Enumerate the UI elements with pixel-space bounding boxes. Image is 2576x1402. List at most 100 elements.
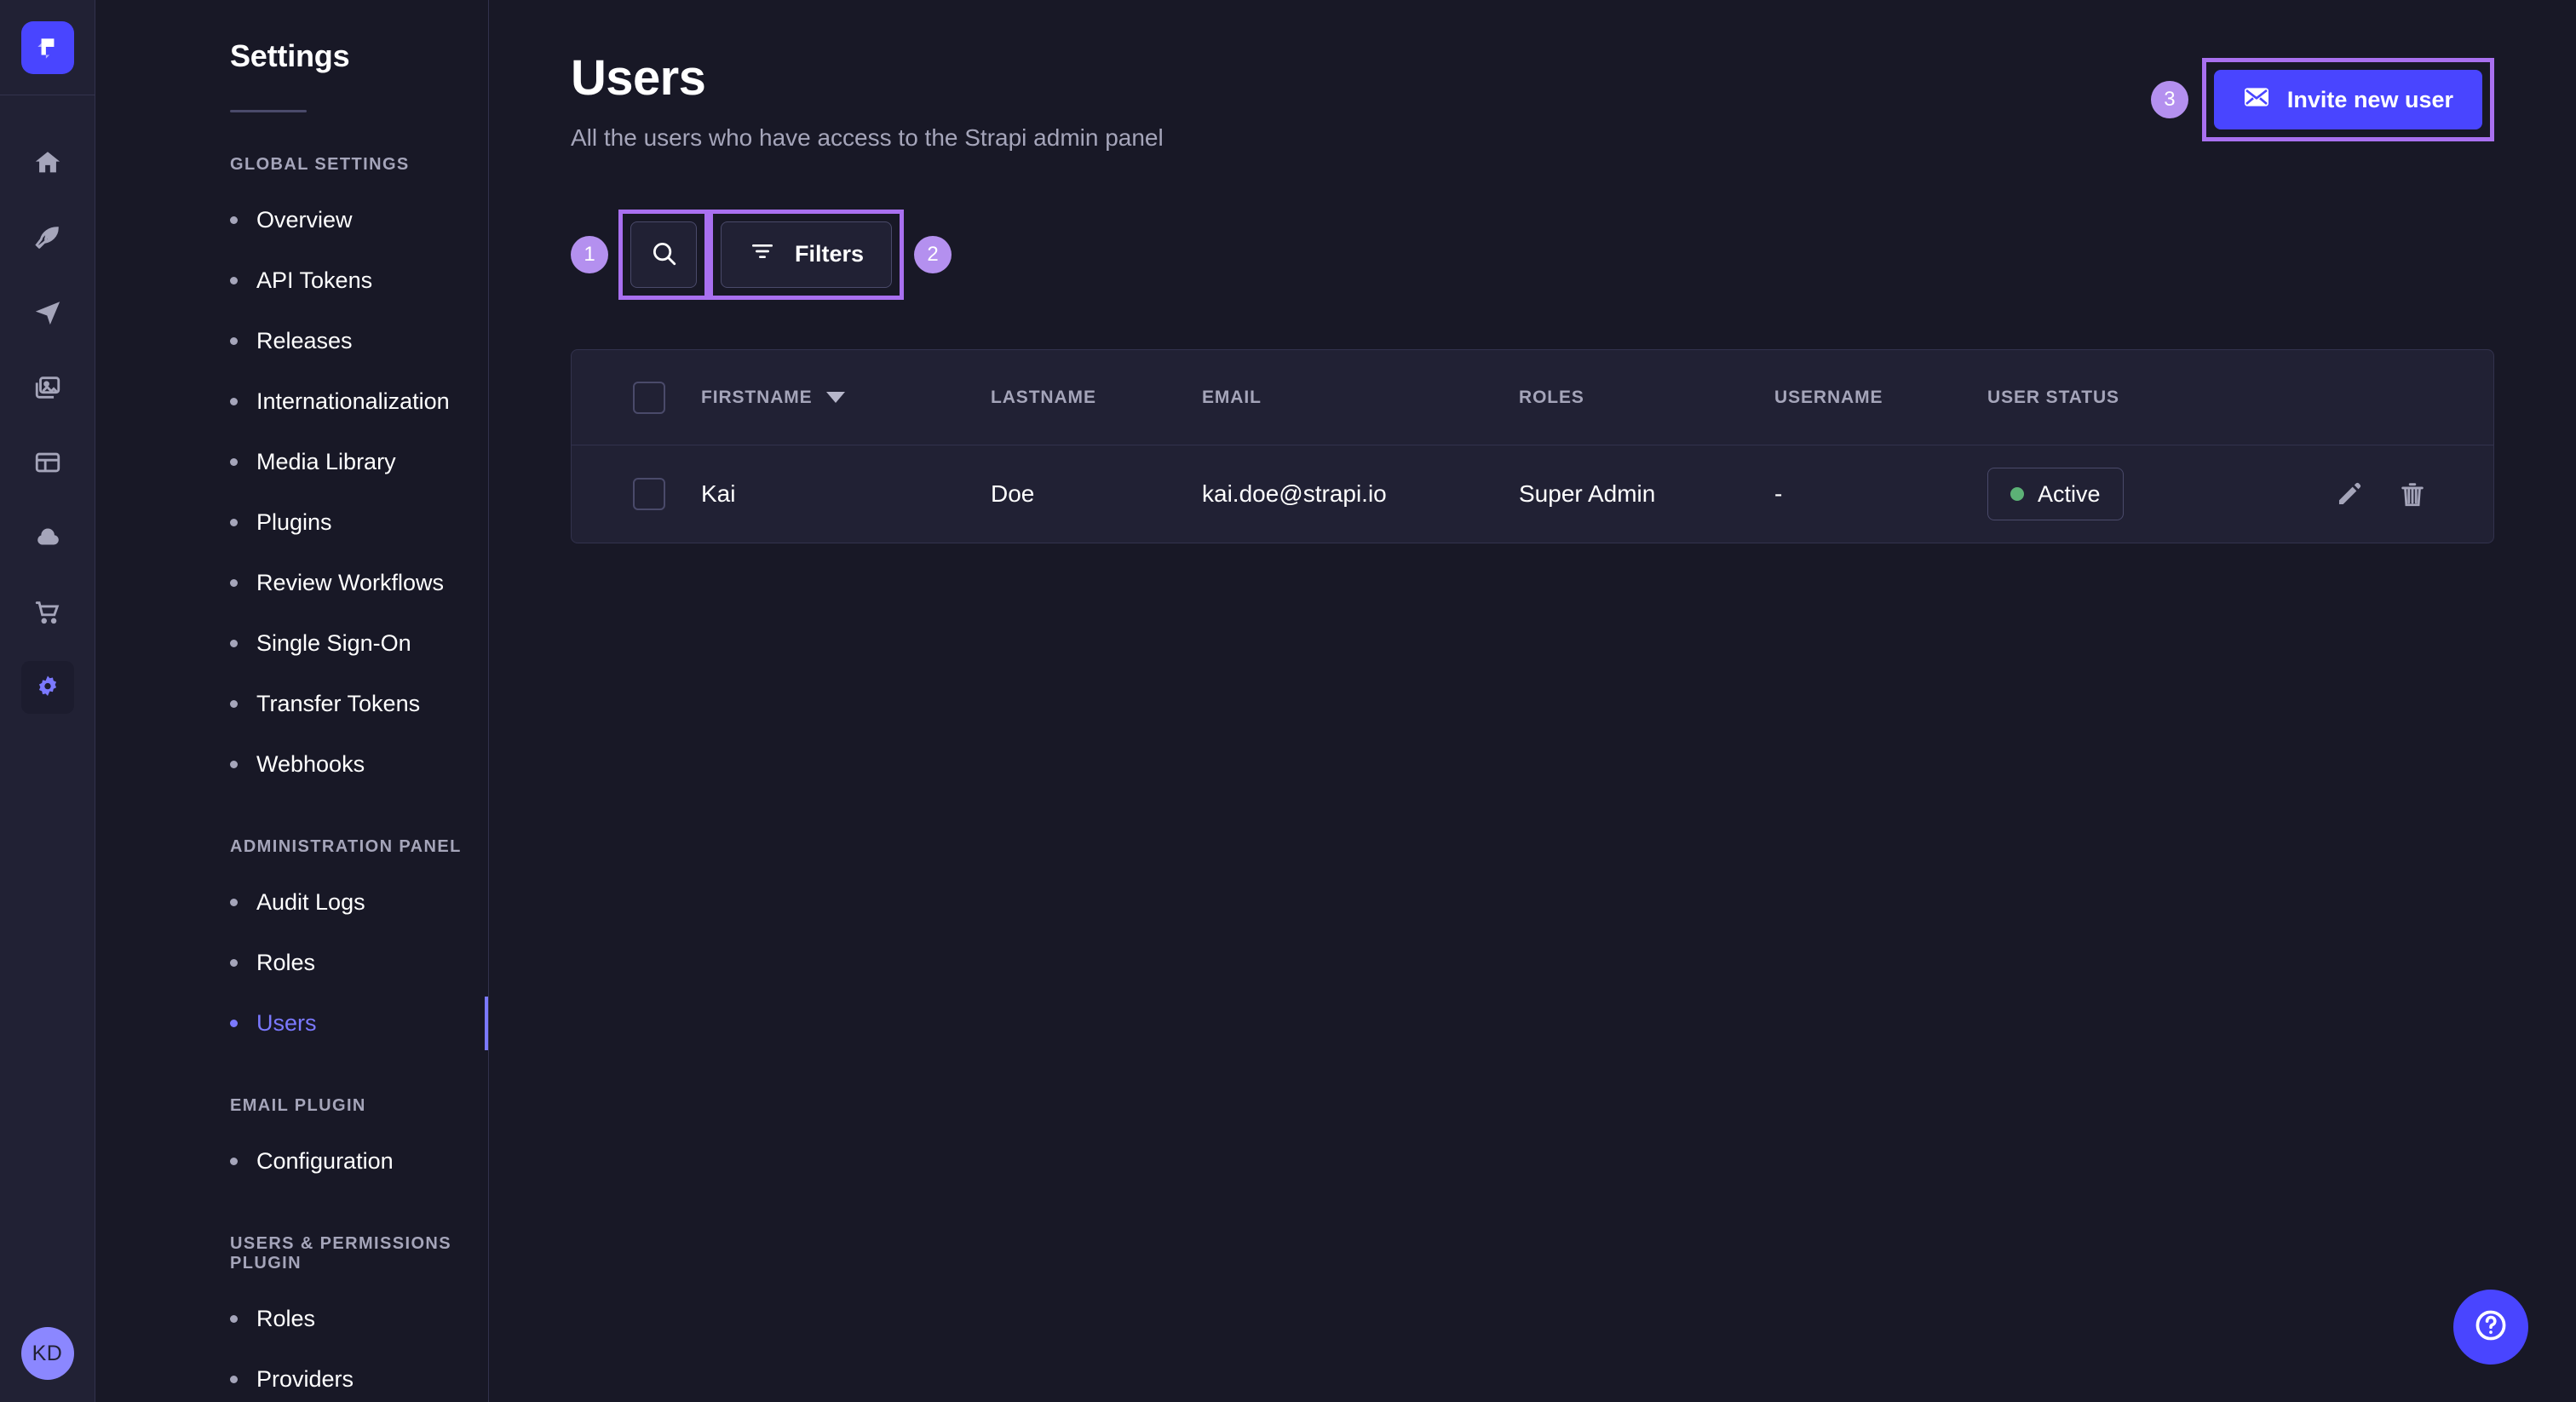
sidebar-item-single-sign-on[interactable]: Single Sign-On: [95, 613, 488, 674]
sidebar-item-overview[interactable]: Overview: [95, 190, 488, 250]
rail-item-media-library[interactable]: [21, 361, 74, 414]
gear-icon: [33, 673, 62, 702]
sidebar-item-roles-admin[interactable]: Roles: [95, 933, 488, 993]
annotation-badge-2: 2: [914, 236, 952, 273]
rail-item-home[interactable]: [21, 136, 74, 189]
users-table: FIRSTNAME LASTNAME EMAIL ROLES: [572, 350, 2493, 543]
cell-select: [572, 445, 701, 543]
page-subtitle: All the users who have access to the Str…: [571, 124, 1164, 152]
sidebar-item-internationalization[interactable]: Internationalization: [95, 371, 488, 432]
bullet-icon: [230, 640, 238, 647]
layout-icon: [33, 448, 62, 477]
rail-profile-area: KD: [0, 1327, 95, 1402]
header-lastname[interactable]: LASTNAME: [991, 350, 1202, 445]
annotation-inner-border: [627, 218, 700, 291]
header-firstname[interactable]: FIRSTNAME: [701, 350, 991, 445]
help-button[interactable]: [2453, 1290, 2528, 1365]
table-row[interactable]: Kai Doe kai.doe@strapi.io Super Admin - …: [572, 445, 2493, 543]
bullet-icon: [230, 216, 238, 224]
header-username[interactable]: USERNAME: [1774, 350, 1987, 445]
sidebar-item-label: Configuration: [256, 1148, 394, 1175]
sidebar-title: Settings: [95, 41, 488, 72]
sidebar-item-label: Overview: [256, 207, 353, 233]
row-checkbox[interactable]: [633, 478, 665, 510]
bullet-icon: [230, 277, 238, 284]
rail-item-cloud[interactable]: [21, 511, 74, 564]
annotation-inner-border: Invite new user: [2211, 66, 2486, 133]
invite-new-user-button[interactable]: Invite new user: [2214, 70, 2482, 129]
cell-firstname: Kai: [701, 445, 991, 543]
sidebar-item-api-tokens[interactable]: API Tokens: [95, 250, 488, 311]
search-icon: [649, 238, 678, 270]
header-email[interactable]: EMAIL: [1202, 350, 1519, 445]
rail-logo-area: [0, 0, 95, 95]
sidebar-item-users[interactable]: Users: [95, 993, 488, 1054]
sidebar-item-transfer-tokens[interactable]: Transfer Tokens: [95, 674, 488, 734]
select-all-checkbox[interactable]: [633, 382, 665, 414]
sort-descending-icon[interactable]: [826, 392, 845, 403]
filter-icon: [749, 238, 776, 271]
bullet-icon: [230, 398, 238, 405]
sidebar-item-media-library[interactable]: Media Library: [95, 432, 488, 492]
sidebar-item-label: Internationalization: [256, 388, 450, 415]
pencil-icon[interactable]: [2335, 480, 2364, 509]
bullet-icon: [230, 1158, 238, 1165]
sidebar-item-providers[interactable]: Providers: [95, 1349, 488, 1402]
sidebar-item-audit-logs[interactable]: Audit Logs: [95, 872, 488, 933]
rail-item-pages[interactable]: [21, 436, 74, 489]
search-button[interactable]: [630, 221, 697, 288]
filters-label: Filters: [795, 241, 864, 267]
strapi-logo-icon[interactable]: [21, 21, 74, 74]
rail-item-marketplace[interactable]: [21, 586, 74, 639]
table-toolbar: 1: [489, 152, 2576, 300]
annotation-inner-border: Filters: [717, 218, 895, 291]
home-icon: [33, 148, 62, 177]
sidebar-group-items: Audit Logs Roles Users: [95, 872, 488, 1054]
header-actions: [2268, 350, 2493, 445]
bullet-icon: [230, 700, 238, 708]
rail-item-content-type-builder[interactable]: [21, 286, 74, 339]
cart-icon: [33, 598, 62, 627]
table-body: Kai Doe kai.doe@strapi.io Super Admin - …: [572, 445, 2493, 543]
header-roles[interactable]: ROLES: [1519, 350, 1774, 445]
table-header-row: FIRSTNAME LASTNAME EMAIL ROLES: [572, 350, 2493, 445]
annotation-badge-3: 3: [2151, 81, 2188, 118]
sidebar-item-plugins[interactable]: Plugins: [95, 492, 488, 553]
sidebar-item-label: Webhooks: [256, 751, 365, 778]
users-table-card: FIRSTNAME LASTNAME EMAIL ROLES: [571, 349, 2494, 543]
status-label: Active: [2038, 481, 2101, 508]
table-head: FIRSTNAME LASTNAME EMAIL ROLES: [572, 350, 2493, 445]
sidebar-group-administration-panel: ADMINISTRATION PANEL Audit Logs Roles Us…: [95, 837, 488, 1054]
sidebar-item-releases[interactable]: Releases: [95, 311, 488, 371]
rail-nav-list: [0, 136, 95, 714]
avatar[interactable]: KD: [21, 1327, 74, 1380]
sidebar-group-items: Overview API Tokens Releases Internation…: [95, 190, 488, 795]
row-action-group: [2268, 480, 2493, 509]
trash-icon[interactable]: [2398, 480, 2427, 509]
status-badge: Active: [1987, 468, 2124, 520]
annotation-outline-filters: Filters: [709, 210, 904, 300]
filters-button[interactable]: Filters: [721, 221, 892, 288]
sidebar-item-webhooks[interactable]: Webhooks: [95, 734, 488, 795]
sidebar-group-global-settings: GLOBAL SETTINGS Overview API Tokens Rele…: [95, 155, 488, 795]
sidebar-item-configuration[interactable]: Configuration: [95, 1131, 488, 1192]
annotation-outline-search: [618, 210, 709, 300]
rail-item-settings[interactable]: [21, 661, 74, 714]
sidebar-item-review-workflows[interactable]: Review Workflows: [95, 553, 488, 613]
app-root: KD Settings GLOBAL SETTINGS Overview API…: [0, 0, 2576, 1402]
sidebar-group-email-plugin: EMAIL PLUGIN Configuration: [95, 1096, 488, 1192]
sidebar-item-roles-plugin[interactable]: Roles: [95, 1289, 488, 1349]
bullet-icon: [230, 458, 238, 466]
header-user-status[interactable]: USER STATUS: [1987, 350, 2268, 445]
main-content: Users All the users who have access to t…: [489, 0, 2576, 1402]
sidebar-item-label: Providers: [256, 1366, 354, 1393]
rail-item-content-manager[interactable]: [21, 211, 74, 264]
header-lastname-label: LASTNAME: [991, 388, 1096, 407]
header-user-status-label: USER STATUS: [1987, 388, 2119, 407]
active-indicator: [485, 997, 488, 1050]
cell-lastname: Doe: [991, 445, 1202, 543]
feather-icon: [33, 223, 62, 252]
cell-username: -: [1774, 445, 1987, 543]
status-dot-icon: [2010, 487, 2024, 501]
question-circle-icon: [2472, 1307, 2510, 1348]
